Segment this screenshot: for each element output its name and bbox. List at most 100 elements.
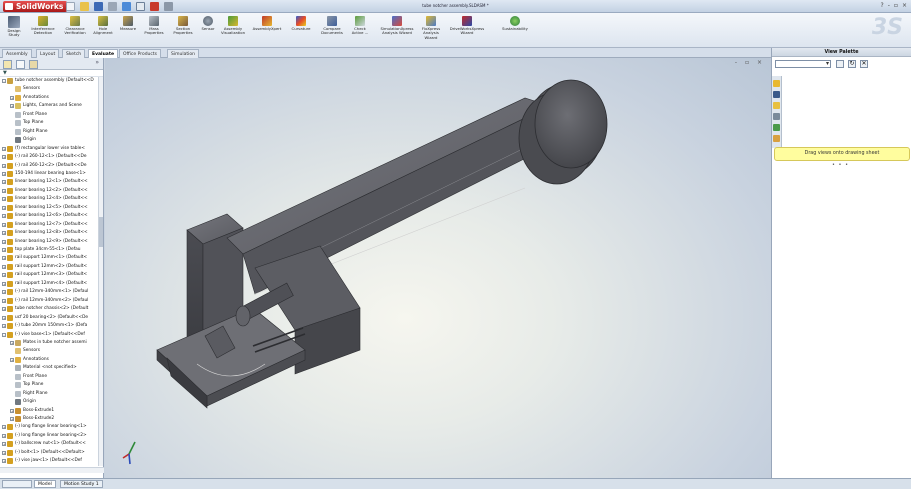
tree-item[interactable]: Origin (10, 136, 36, 144)
expander-icon[interactable]: + (2, 281, 6, 286)
tab-simulation[interactable]: Simulation (167, 49, 199, 58)
help-button[interactable]: ? (881, 2, 884, 9)
viewport-controls[interactable]: - ▫ × (735, 59, 765, 66)
tree-item[interactable]: +150-194 linear bearing base<1> (2, 170, 86, 178)
tree-item[interactable]: + (-) long flange linear bearing<2> (2, 432, 87, 440)
expander-icon[interactable]: + (10, 357, 14, 362)
refresh-button[interactable]: ↻ (848, 60, 856, 68)
expander-icon[interactable]: + (10, 95, 14, 100)
tree-item[interactable]: + Lights, Cameras and Scene (10, 102, 82, 110)
tree-item[interactable]: Sensors (10, 85, 40, 93)
tree-item[interactable]: + linear bearing 12<1> (Default<< (2, 178, 88, 186)
tree-item[interactable]: + linear bearing 12<2> (Default<< (2, 187, 88, 195)
interference-detection-button[interactable]: Interference Detection (27, 16, 59, 36)
view-palette-document-select[interactable] (775, 60, 831, 68)
appearances-icon[interactable] (773, 124, 780, 131)
expander-icon[interactable]: + (2, 239, 6, 244)
tab-office-products[interactable]: Office Products (119, 49, 161, 58)
compare-documents-button[interactable]: Compare Documents (318, 16, 346, 36)
tree-item[interactable]: + ucf 20 bearing<2> (Default<<De (2, 314, 88, 322)
tree-item[interactable]: + linear bearing 12<9> (Default<< (2, 238, 88, 246)
expander-icon[interactable]: + (2, 315, 6, 320)
expander-icon[interactable]: + (2, 222, 6, 227)
tree-item[interactable]: + (-) rail 260-12<2> (Default<<De (2, 162, 86, 170)
tree-item[interactable]: - tube notcher assembly (Default<<D (2, 77, 94, 85)
tree-item[interactable]: + rail support 12mm<1> (Default< (2, 254, 87, 262)
tree-item[interactable]: + linear bearing 12<8> (Default<< (2, 229, 88, 237)
expander-icon[interactable]: + (2, 324, 6, 329)
solidworks-resources-icon[interactable] (773, 80, 780, 87)
tab-assembly[interactable]: Assembly (2, 49, 32, 58)
graphics-area[interactable]: - ▫ × (105, 58, 771, 478)
tree-item[interactable]: Front Plane (10, 373, 47, 381)
expander-icon[interactable]: - (2, 332, 6, 337)
expander-icon[interactable]: + (2, 290, 6, 295)
file-explorer-icon[interactable] (773, 102, 780, 109)
section-properties-button[interactable]: Section Properties (169, 16, 197, 36)
expander-icon[interactable]: + (2, 205, 6, 210)
expander-icon[interactable]: + (10, 417, 14, 421)
expander-icon[interactable]: + (2, 298, 6, 303)
floxpress-button[interactable]: FloXpress Analysis Wizard (418, 16, 444, 40)
tree-item[interactable]: + top plate 34cm-55<1> (Defau (2, 246, 81, 254)
tree-item[interactable]: + (-) long flange linear bearing<1> (2, 423, 87, 431)
check-active-button[interactable]: Check Active ... (348, 16, 372, 36)
property-manager-tab-icon[interactable] (16, 60, 25, 69)
assembly-model[interactable] (105, 58, 771, 478)
scroll-arrows[interactable] (2, 480, 32, 488)
sustainability-button[interactable]: Sustainability (497, 16, 533, 31)
expander-icon[interactable]: + (2, 442, 6, 447)
tab-motion-study[interactable]: Motion Study 1 (60, 480, 103, 488)
tab-evaluate[interactable]: Evaluate (88, 49, 119, 58)
tree-item[interactable]: Right Plane (10, 390, 47, 398)
restore-button[interactable]: ▫ (894, 2, 898, 9)
expand-panel-icon[interactable]: » (95, 59, 99, 66)
driveworksxpress-button[interactable]: DriveWorksXpress Wizard (446, 16, 488, 36)
tab-sketch[interactable]: Sketch (62, 49, 86, 58)
clearance-verification-button[interactable]: Clearance Verification (60, 16, 90, 36)
expander-icon[interactable]: + (10, 104, 14, 109)
tree-item[interactable]: Front Plane (10, 111, 47, 119)
tree-item[interactable]: Right Plane (10, 128, 47, 136)
tree-item[interactable]: + (-) bolt<1> (Default<<Default> (2, 449, 85, 457)
expander-icon[interactable]: + (2, 180, 6, 185)
tree-item[interactable]: + Boss-Extrude2 (10, 415, 54, 423)
tree-item[interactable]: + Mates in tube notcher assemi (10, 339, 87, 347)
assemblyxpert-button[interactable]: AssemblyXpert (249, 16, 285, 31)
tree-item[interactable]: + (f) rectangular lower vise table< (2, 145, 85, 153)
hole-alignment-button[interactable]: Hole Alignment (92, 16, 114, 36)
custom-properties-icon[interactable] (773, 135, 780, 142)
simulationxpress-button[interactable]: SimulationXpress Analysis Wizard (377, 16, 417, 36)
tree-item[interactable]: + (-) ballscrew nut<1> (Default<< (2, 440, 86, 448)
tree-item[interactable]: + linear bearing 12<6> (Default<< (2, 212, 88, 220)
curvature-button[interactable]: Curvature (288, 16, 314, 31)
expander-icon[interactable]: + (2, 307, 6, 312)
expander-icon[interactable]: + (2, 273, 6, 278)
expander-icon[interactable]: + (2, 450, 6, 455)
feature-manager-tab-icon[interactable] (3, 60, 12, 69)
expander-icon[interactable]: + (2, 155, 6, 160)
tree-item[interactable]: + Annotations (10, 94, 49, 102)
expander-icon[interactable]: + (2, 248, 6, 252)
tree-item[interactable]: Top Plane (10, 119, 43, 127)
tree-item[interactable]: Top Plane (10, 381, 43, 389)
tree-item[interactable]: + rail support 12mm<4> (Default< (2, 280, 87, 288)
minimize-button[interactable]: - (888, 2, 890, 9)
tree-item[interactable]: Origin (10, 398, 36, 406)
mass-properties-button[interactable]: Mass Properties (141, 16, 167, 36)
tree-item[interactable]: + (-) rail 12mm-340mm<1> (Defaul (2, 288, 88, 296)
assembly-visualization-button[interactable]: Assembly Visualization (219, 16, 247, 36)
expander-icon[interactable]: + (2, 197, 6, 202)
expander-icon[interactable]: + (2, 188, 6, 193)
expander-icon[interactable]: + (2, 163, 6, 168)
expander-icon[interactable]: + (2, 459, 6, 464)
tree-horizontal-scrollbar[interactable] (0, 467, 104, 473)
tree-item[interactable]: + (-) vise jaw<1> (Default<<Def (2, 457, 82, 465)
expander-icon[interactable]: + (2, 146, 6, 151)
expander-icon[interactable]: + (2, 433, 6, 438)
tab-model[interactable]: Model (34, 480, 56, 488)
expander-icon[interactable]: + (10, 340, 14, 345)
view-palette-icon[interactable] (773, 113, 780, 120)
clear-button[interactable]: ✕ (860, 60, 868, 68)
close-button[interactable]: × (902, 2, 907, 9)
